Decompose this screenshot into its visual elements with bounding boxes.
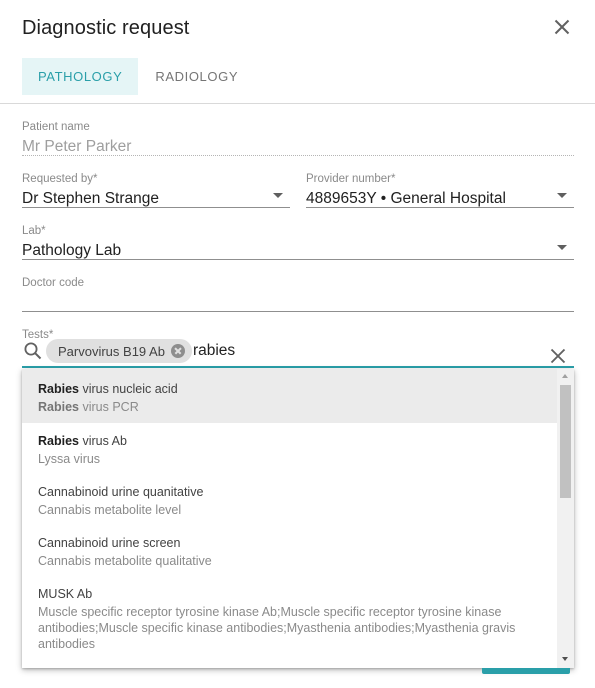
diagnostic-request-dialog: Diagnostic request PATHOLOGY RADIOLOGY P… — [0, 0, 595, 688]
doctor-code-field[interactable]: Doctor code — [22, 276, 574, 312]
lab-underline — [22, 259, 574, 260]
option-secondary: Cannabis metabolite qualitative — [38, 554, 212, 568]
scroll-thumb[interactable] — [560, 385, 571, 498]
patient-name-underline — [22, 155, 574, 156]
option-secondary: Cannabis metabolite level — [38, 503, 182, 517]
option-secondary: Muscle specific receptor tyrosine kinase… — [38, 605, 516, 651]
list-item[interactable]: Cannabinoid urine quanitative Cannabis m… — [22, 474, 557, 525]
option-secondary: Lyssa virus — [38, 452, 101, 466]
tabs-divider — [0, 103, 595, 104]
chip-remove-icon[interactable] — [170, 344, 185, 358]
option-primary: Cannabinoid urine quanitative — [38, 485, 204, 499]
submit-button-edge[interactable] — [482, 668, 570, 674]
request-type-tabs: PATHOLOGY RADIOLOGY — [22, 58, 254, 95]
test-chip-label: Parvovirus B19 Ab — [58, 343, 165, 359]
chevron-down-icon — [273, 193, 283, 198]
option-secondary: virus PCR — [79, 400, 139, 414]
requested-by-label: Requested by* — [22, 173, 98, 185]
provider-number-select[interactable]: Provider number* 4889653Y • General Hosp… — [306, 172, 574, 208]
patient-name-value: Mr Peter Parker — [22, 138, 132, 155]
lab-value: Pathology Lab — [22, 242, 122, 259]
scroll-down-arrow-icon[interactable] — [562, 657, 568, 661]
match-highlight: Rabies — [38, 382, 79, 396]
lab-select[interactable]: Lab* Pathology Lab — [22, 224, 574, 260]
list-item[interactable]: Rabies virus Ab Lyssa virus — [22, 423, 557, 474]
option-primary: virus Ab — [79, 434, 127, 448]
match-highlight: Rabies — [38, 400, 79, 414]
requested-by-value: Dr Stephen Strange — [22, 190, 160, 207]
tests-field: Tests* Parvovirus B19 Ab rabies — [22, 328, 574, 368]
doctor-code-label: Doctor code — [22, 277, 85, 289]
doctor-code-underline — [22, 311, 574, 312]
lab-label: Lab* — [22, 225, 46, 237]
close-icon — [554, 19, 570, 35]
chevron-down-icon — [557, 245, 567, 250]
match-highlight: Rabies — [38, 434, 79, 448]
tests-input-row: Parvovirus B19 Ab rabies — [22, 338, 574, 364]
option-primary: Cannabinoid urine screen — [38, 536, 181, 550]
clear-icon — [550, 348, 566, 364]
requested-by-underline — [22, 207, 290, 208]
tests-underline — [22, 366, 574, 368]
search-icon — [24, 342, 42, 360]
patient-name-label: Patient name — [22, 121, 90, 133]
option-primary: MUSK Ab — [38, 587, 93, 601]
list-scrollbar[interactable] — [557, 369, 574, 668]
dialog-title: Diagnostic request — [22, 17, 190, 39]
tab-pathology[interactable]: PATHOLOGY — [22, 58, 139, 95]
patient-name-field: Patient name Mr Peter Parker — [22, 120, 574, 156]
requested-by-select[interactable]: Requested by* Dr Stephen Strange — [22, 172, 290, 208]
list-item[interactable]: Rabies virus nucleic acid Rabies virus P… — [22, 369, 557, 423]
tests-search-input[interactable]: rabies — [193, 342, 235, 360]
tab-radiology[interactable]: RADIOLOGY — [138, 58, 254, 95]
list-item[interactable]: MUSK Ab Muscle specific receptor tyrosin… — [22, 576, 557, 668]
test-chip[interactable]: Parvovirus B19 Ab — [46, 339, 192, 363]
tests-suggestion-list: Rabies virus nucleic acid Rabies virus P… — [22, 369, 574, 668]
list-item[interactable]: Cannabinoid urine screen Cannabis metabo… — [22, 525, 557, 576]
provider-number-value: 4889653Y • General Hospital — [306, 190, 506, 207]
option-primary: virus nucleic acid — [79, 382, 178, 396]
close-button[interactable] — [550, 15, 574, 39]
clear-search-button[interactable] — [548, 346, 568, 366]
provider-number-underline — [306, 207, 574, 208]
provider-number-label: Provider number* — [306, 173, 396, 185]
scroll-up-arrow-icon[interactable] — [562, 374, 568, 378]
chevron-down-icon — [557, 193, 567, 198]
